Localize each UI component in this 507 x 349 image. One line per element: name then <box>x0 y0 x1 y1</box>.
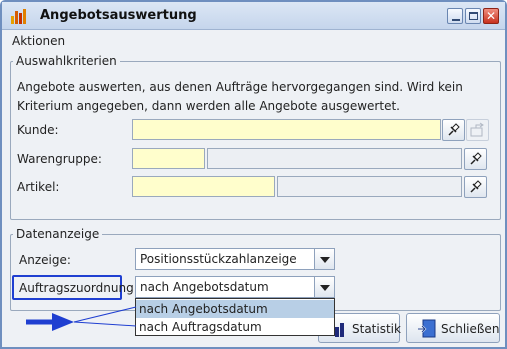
open-record-icon <box>470 122 484 137</box>
close-icon: ✕ <box>485 9 497 23</box>
info-text: Angebote auswerten, aus denen Aufträge h… <box>17 78 487 116</box>
maximize-button[interactable] <box>465 8 481 24</box>
product-group-input[interactable] <box>132 148 205 169</box>
window-title: Angebotsauswertung <box>40 8 197 23</box>
article-pick-button[interactable] <box>464 176 487 198</box>
minimize-button[interactable] <box>447 8 463 24</box>
statistics-icon <box>335 323 344 337</box>
title-bar[interactable]: Angebotsauswertung ✕ <box>2 2 505 30</box>
close-button-label: Schließen <box>441 322 500 336</box>
menu-aktionen[interactable]: Aktionen <box>12 34 65 48</box>
assignment-select[interactable]: nach Angebotsdatum <box>135 276 335 298</box>
info-line-1: Angebote auswerten, aus denen Aufträge h… <box>17 80 463 94</box>
customer-pick-button[interactable] <box>442 119 465 141</box>
assignment-dropdown-list: nach Angebotsdatum nach Auftragsdatum <box>135 298 335 336</box>
article-description <box>277 176 462 197</box>
dropdown-option-offer-date[interactable]: nach Angebotsdatum <box>136 300 334 318</box>
display-select[interactable]: Positionsstückzahlanzeige <box>135 248 335 270</box>
close-button[interactable]: Schließen <box>406 313 500 343</box>
customer-input[interactable] <box>132 119 441 140</box>
bar-chart-icon <box>11 9 26 24</box>
data-display-legend: Datenanzeige <box>16 227 100 241</box>
assignment-select-value: nach Angebotsdatum <box>140 280 269 294</box>
pin-icon <box>448 123 460 136</box>
menu-bar: Aktionen <box>2 31 505 51</box>
article-label: Artikel: <box>17 180 60 194</box>
exit-icon <box>418 319 436 338</box>
chevron-down-icon[interactable] <box>314 249 334 269</box>
article-input[interactable] <box>132 176 275 197</box>
dropdown-option-order-date[interactable]: nach Auftragsdatum <box>136 318 334 336</box>
statistics-button-label: Statistik <box>352 322 401 336</box>
close-window-button[interactable]: ✕ <box>483 8 499 24</box>
customer-label: Kunde: <box>17 123 59 137</box>
display-select-value: Positionsstückzahlanzeige <box>140 252 297 266</box>
minimize-icon <box>452 19 460 21</box>
pin-icon <box>470 180 482 193</box>
assignment-label: Auftragszuordnung: <box>19 281 138 295</box>
product-group-description <box>207 148 462 169</box>
selection-criteria-legend: Auswahlkriterien <box>16 54 117 68</box>
maximize-icon <box>469 12 478 20</box>
customer-open-button[interactable] <box>466 119 489 141</box>
info-line-2: Kriterium angegeben, dann werden alle An… <box>17 99 400 113</box>
product-group-label: Warengruppe: <box>17 152 102 166</box>
chevron-down-icon[interactable] <box>314 277 334 297</box>
product-group-pick-button[interactable] <box>464 148 487 170</box>
display-label: Anzeige: <box>19 253 71 267</box>
application-window: Angebotsauswertung ✕ Aktionen Auswahlkri… <box>0 0 507 349</box>
pin-icon <box>470 152 482 165</box>
